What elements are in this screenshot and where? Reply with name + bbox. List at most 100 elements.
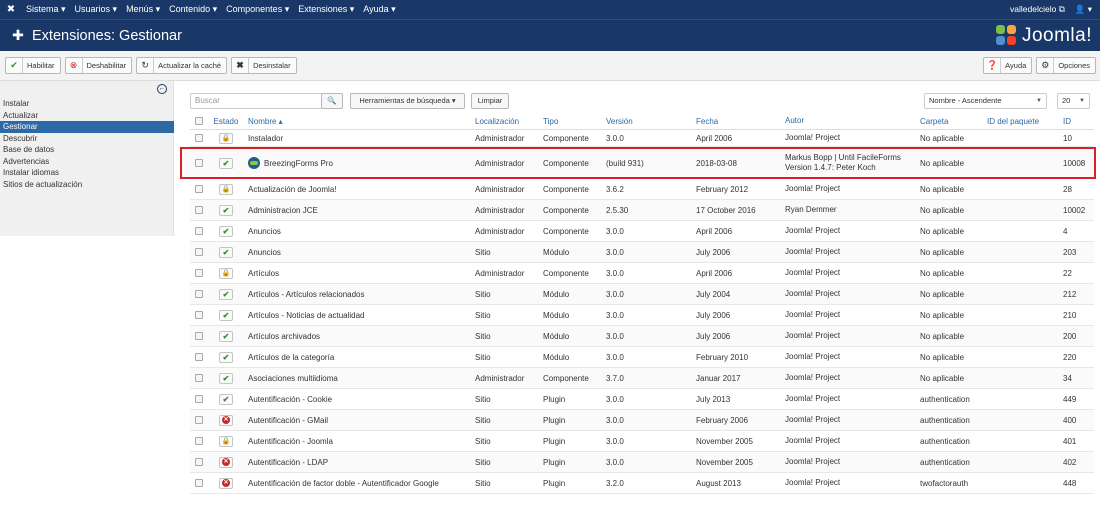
limit-value: 20 [1062, 96, 1071, 105]
enabled-check-icon[interactable]: ✔ [219, 309, 233, 321]
col-paquete[interactable]: ID del paquete [987, 117, 1063, 126]
menu-extensiones[interactable]: Extensiones ▾ [298, 4, 354, 15]
clear-button[interactable]: Limpiar [471, 93, 509, 109]
menu-menus[interactable]: Menús ▾ [126, 4, 160, 15]
enabled-check-icon[interactable]: ✔ [219, 225, 233, 237]
cell-autor: Joomla! Project [785, 394, 841, 403]
enabled-check-icon[interactable]: ✔ [219, 288, 233, 300]
extension-name: Artículos de la categoría [248, 352, 335, 362]
enabled-check-icon[interactable]: ✔ [219, 330, 233, 342]
refresh-cache-button[interactable]: ↻ Actualizar la caché [136, 57, 228, 74]
menu-componentes[interactable]: Componentes ▾ [226, 4, 289, 15]
cell-autor: Joomla! Project [785, 352, 841, 361]
enable-button[interactable]: ✔ Habilitar [5, 57, 61, 74]
menu-contenido[interactable]: Contenido ▾ [169, 4, 217, 15]
cell-autor: Joomla! Project [785, 289, 841, 298]
row-checkbox[interactable] [195, 353, 203, 361]
col-carpeta[interactable]: Carpeta [920, 117, 987, 126]
site-link[interactable]: valledelcielo ⧉ [1010, 4, 1065, 15]
col-autor[interactable]: Autor [785, 116, 920, 126]
cell-carpeta: No aplicable [920, 268, 965, 278]
sidebar-item-descubrir[interactable]: Descubrir [0, 133, 174, 145]
disabled-icon[interactable]: ✕ [219, 414, 233, 426]
col-nombre[interactable]: Nombre ▴ [244, 117, 475, 126]
row-checkbox[interactable] [195, 311, 203, 319]
disabled-icon[interactable]: ✕ [219, 477, 233, 489]
row-checkbox[interactable] [195, 227, 203, 235]
sidebar-item-advertencias[interactable]: Advertencias [0, 156, 174, 168]
page-title: Extensiones: Gestionar [32, 27, 182, 44]
row-checkbox[interactable] [195, 416, 203, 424]
enabled-check-icon[interactable]: ✔ [219, 246, 233, 258]
cell-fecha: April 2006 [696, 133, 733, 143]
col-estado[interactable]: Estado [208, 117, 244, 126]
cell-version: 3.0.0 [606, 247, 624, 257]
user-icon[interactable]: 👤 ▾ [1075, 4, 1092, 15]
row-checkbox[interactable] [195, 206, 203, 214]
row-checkbox[interactable] [195, 374, 203, 382]
col-fecha[interactable]: Fecha [696, 117, 785, 126]
col-id[interactable]: ID [1063, 117, 1093, 126]
cell-tipo: Componente [543, 226, 589, 236]
enabled-check-icon[interactable]: ✔ [219, 204, 233, 216]
sidebar-collapse-icon[interactable]: ← [157, 84, 167, 94]
lock-icon: 🔒 [219, 183, 233, 195]
row-checkbox[interactable] [195, 134, 203, 142]
search-tools-button[interactable]: Herramientas de búsqueda ▾ [350, 93, 465, 109]
cell-id: 200 [1063, 331, 1077, 341]
cell-id: 22 [1063, 268, 1072, 278]
sidebar-item-base-de-datos[interactable]: Base de datos [0, 144, 174, 156]
cell-version: 3.0.0 [606, 394, 624, 404]
joomla-menu-icon[interactable]: ✖ [0, 4, 22, 15]
options-button[interactable]: ⚙ Opciones [1036, 57, 1096, 74]
col-version[interactable]: Versión [606, 117, 696, 126]
menu-ayuda[interactable]: Ayuda ▾ [363, 4, 395, 15]
row-checkbox[interactable] [195, 269, 203, 277]
enabled-check-icon[interactable]: ✔ [219, 372, 233, 384]
enabled-check-icon[interactable]: ✔ [219, 393, 233, 405]
admin-menubar: ✖ Sistema ▾ Usuarios ▾ Menús ▾ Contenido… [0, 0, 1100, 19]
cell-localizacion: Sitio [475, 457, 491, 467]
sidebar-item-sitios-actualizacion[interactable]: Sitios de actualización [0, 179, 174, 191]
extension-name: Anuncios [248, 247, 281, 257]
sidebar-item-gestionar[interactable]: Gestionar [0, 121, 174, 133]
limit-select[interactable]: 20 ▼ [1057, 93, 1090, 109]
select-all-checkbox[interactable] [195, 117, 203, 125]
enabled-check-icon[interactable]: ✔ [219, 351, 233, 363]
col-tipo[interactable]: Tipo [543, 117, 606, 126]
search-button[interactable]: 🔍 [321, 93, 343, 109]
sidebar-item-instalar[interactable]: Instalar [0, 98, 174, 110]
ordering-select[interactable]: Nombre - Ascendente ▼ [924, 93, 1047, 109]
disabled-icon[interactable]: ✕ [219, 456, 233, 468]
cell-id: 10002 [1063, 205, 1086, 215]
cell-version: 3.0.0 [606, 415, 624, 425]
search-input[interactable]: Buscar [190, 93, 341, 109]
uninstall-button[interactable]: ✖ Desinstalar [231, 57, 297, 74]
row-checkbox[interactable] [195, 159, 203, 167]
cell-version: 3.2.0 [606, 478, 624, 488]
cell-id: 34 [1063, 373, 1072, 383]
row-checkbox[interactable] [195, 332, 203, 340]
cell-version: 3.0.0 [606, 352, 624, 362]
cell-fecha: July 2004 [696, 289, 731, 299]
menu-usuarios[interactable]: Usuarios ▾ [75, 4, 118, 15]
row-checkbox[interactable] [195, 458, 203, 466]
row-checkbox[interactable] [195, 290, 203, 298]
cell-version: 3.0.0 [606, 310, 624, 320]
row-checkbox[interactable] [195, 185, 203, 193]
disable-button[interactable]: ⊗ Deshabilitar [64, 57, 133, 74]
row-checkbox[interactable] [195, 248, 203, 256]
row-checkbox[interactable] [195, 479, 203, 487]
row-checkbox[interactable] [195, 395, 203, 403]
col-localizacion[interactable]: Localización [475, 117, 543, 126]
sidebar-item-instalar-idiomas[interactable]: Instalar idiomas [0, 167, 174, 179]
cell-autor: Joomla! Project [785, 184, 841, 193]
options-label: Opciones [1058, 61, 1090, 70]
menu-sistema[interactable]: Sistema ▾ [26, 4, 66, 15]
enabled-check-icon[interactable]: ✔ [219, 157, 233, 169]
help-button[interactable]: ❓ Ayuda [983, 57, 1033, 74]
sidebar-item-actualizar[interactable]: Actualizar [0, 110, 174, 122]
table-row: ✔ Artículos - Noticias de actualidad Sitio… [190, 305, 1094, 326]
row-checkbox[interactable] [195, 437, 203, 445]
cell-id: 10008 [1063, 158, 1086, 168]
